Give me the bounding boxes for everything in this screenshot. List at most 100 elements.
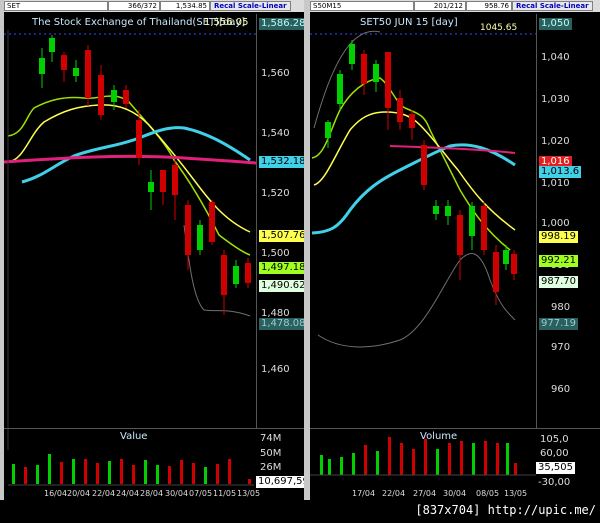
- right-toolbar: S50M15 201/212 958.76 Recal Scale-Linear: [310, 0, 600, 12]
- right-ma-thin-line: [317, 253, 516, 348]
- left-candle: [85, 50, 91, 98]
- right-price-plot: [310, 30, 560, 348]
- right-date-axis: 17/04 22/04 27/04 30/04 08/05 13/05: [310, 488, 600, 500]
- right-date-label: 27/04: [413, 489, 437, 498]
- left-candle: [123, 90, 129, 104]
- left-volume-bars: [8, 454, 254, 486]
- left-y-tick: 1,520: [261, 188, 290, 199]
- left-candle: [148, 182, 154, 192]
- left-vol-tick: 50M: [260, 448, 282, 459]
- left-candle: [172, 165, 178, 195]
- left-last-value-tag: 10,697,59: [256, 476, 304, 488]
- left-green-price-tag: 1,497.18: [259, 262, 304, 274]
- right-candle: [445, 206, 451, 216]
- right-volume-pane: Volume 105,0 60,00 35,505 -30,00: [310, 428, 600, 489]
- left-vol-tick: 74M: [260, 433, 282, 444]
- right-top-price-tag: 1,050: [539, 18, 572, 30]
- left-date-label: 13/05: [237, 489, 261, 498]
- left-y-tick: 1,460: [261, 364, 290, 375]
- left-candle: [136, 120, 142, 158]
- left-date-label: 11/05: [213, 489, 237, 498]
- right-candles: [325, 40, 517, 305]
- left-ma-magenta-line: [4, 154, 256, 165]
- right-vol-low-tick: -30,00: [538, 477, 571, 488]
- left-date-label: 22/04: [92, 489, 116, 498]
- left-price-axis: 1,586.28 1,560 1,540 1,520 1,500 1,480 1…: [256, 14, 304, 428]
- right-volume-bars: [310, 437, 536, 476]
- right-yellow-price-tag: 998.19: [539, 231, 578, 243]
- right-last-volume-tag: 35,505: [536, 462, 575, 474]
- left-date-label: 16/04: [44, 489, 68, 498]
- right-candle: [397, 98, 403, 122]
- left-candle: [245, 263, 251, 283]
- right-candle: [511, 254, 517, 274]
- right-symbol-field[interactable]: S50M15: [310, 1, 414, 11]
- right-chart-title: SET50 JUN 15 [day]: [360, 17, 458, 28]
- left-y-tick: 1,560: [261, 68, 290, 79]
- left-y-tick: 1,540: [261, 128, 290, 139]
- left-candle: [49, 38, 55, 52]
- right-y-tick: 1,020: [541, 136, 570, 147]
- left-candle: [209, 202, 215, 242]
- right-y-tick: 1,010: [541, 178, 570, 189]
- right-last-price-tag: 987.70: [539, 276, 578, 288]
- left-cyan-price-tag: 1,532.18: [259, 156, 304, 168]
- left-date-label: 20/04: [67, 489, 91, 498]
- left-price-value: 1,534.85: [160, 1, 210, 11]
- right-candle: [337, 74, 343, 104]
- left-candle: [221, 255, 227, 295]
- right-y-tick: 980: [551, 302, 571, 313]
- left-date-label: 28/04: [140, 489, 164, 498]
- left-symbol-field[interactable]: SET: [4, 1, 108, 11]
- left-vol-tick: 26M: [260, 462, 282, 473]
- right-y-tick: 970: [551, 342, 571, 353]
- left-top-price-tag: 1,586.28: [259, 18, 304, 30]
- left-candle: [73, 68, 79, 76]
- right-cyan-price-tag: 1,013.6: [539, 166, 582, 178]
- right-vol-tick: 105,0: [540, 434, 569, 445]
- left-candle: [160, 170, 166, 192]
- right-candle: [457, 215, 463, 255]
- right-candle: [409, 114, 415, 128]
- right-candle: [481, 206, 487, 250]
- left-candles: [39, 35, 251, 315]
- right-date-label: 13/05: [504, 489, 528, 498]
- right-chart-pane: S50M15 201/212 958.76 Recal Scale-Linear…: [310, 0, 600, 500]
- right-date-label: 08/05: [476, 489, 500, 498]
- left-candle: [233, 266, 239, 284]
- right-vol-tick: 60,00: [540, 448, 569, 459]
- left-yellow-price-tag: 1,507.76: [259, 230, 304, 242]
- left-range-value: 366/372: [108, 1, 160, 11]
- right-candle: [373, 64, 379, 82]
- left-date-label: 07/05: [189, 489, 213, 498]
- right-recal-scale-button[interactable]: Recal Scale-Linear: [512, 1, 593, 11]
- right-candle: [469, 206, 475, 236]
- right-date-label: 30/04: [443, 489, 467, 498]
- right-candle: [349, 44, 355, 64]
- right-green-price-tag: 992.21: [539, 255, 578, 267]
- right-candle: [361, 54, 367, 84]
- left-teal-price-tag: 1,478.08: [259, 318, 304, 330]
- left-y-tick: 1,500: [261, 248, 290, 259]
- right-candle: [385, 52, 391, 108]
- right-candle: [503, 250, 509, 264]
- right-price-axis: 1,050 1,040 1,030 1,020 1,010 1,000 990 …: [536, 14, 600, 428]
- left-candle: [197, 225, 203, 250]
- left-recal-scale-button[interactable]: Recal Scale-Linear: [210, 1, 291, 11]
- left-candle: [98, 75, 104, 115]
- right-ma-thin-line-upper: [313, 30, 381, 129]
- watermark-text: [837x704] http://upic.me/: [415, 503, 596, 517]
- right-y-tick: 1,000: [541, 218, 570, 229]
- left-date-axis: 16/04 20/04 22/04 24/04 28/04 30/04 07/0…: [4, 488, 304, 500]
- right-candle: [433, 206, 439, 214]
- right-range-value: 201/212: [414, 1, 466, 11]
- left-candle: [185, 205, 191, 255]
- right-date-label: 22/04: [382, 489, 406, 498]
- right-candle: [421, 145, 427, 185]
- left-candle: [111, 90, 117, 102]
- left-candle: [39, 58, 45, 74]
- left-chart-pane: SET 366/372 1,534.85 Recal Scale-Linear …: [4, 0, 304, 500]
- left-price-plot: [4, 30, 256, 450]
- left-date-label: 24/04: [116, 489, 140, 498]
- right-date-label: 17/04: [352, 489, 376, 498]
